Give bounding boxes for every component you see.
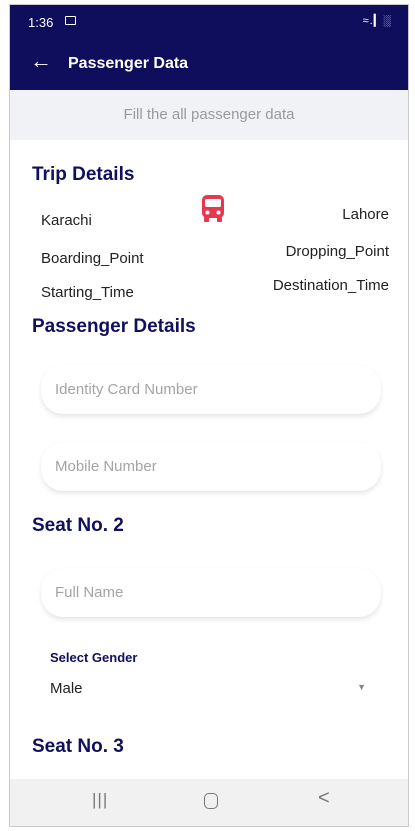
image-notification-icon — [65, 16, 76, 25]
origin-city: Karachi — [41, 212, 92, 229]
passenger-details-heading: Passenger Details — [32, 316, 196, 337]
app-bar: ← Passenger Data — [10, 38, 408, 90]
destination-time: Destination_Time — [272, 277, 389, 294]
dropping-point: Dropping_Point — [285, 243, 389, 260]
gender-dropdown[interactable]: Male ▼ — [50, 675, 368, 703]
full-name-field — [41, 568, 381, 617]
page-title: Passenger Data — [68, 55, 189, 72]
recent-apps-icon[interactable]: ||| — [92, 790, 108, 810]
status-bar: 1:36 ≈.▎░ — [10, 5, 408, 38]
full-name-input[interactable] — [41, 568, 381, 617]
identity-card-field — [41, 365, 381, 414]
back-arrow-icon[interactable]: ← — [30, 50, 52, 72]
nav-back-icon[interactable]: < — [318, 787, 330, 810]
destination-city: Lahore — [342, 206, 389, 223]
mobile-number-input[interactable] — [41, 442, 381, 491]
home-icon[interactable] — [204, 793, 218, 809]
identity-card-input[interactable] — [41, 365, 381, 414]
gender-value: Male — [50, 680, 83, 697]
info-banner: Fill the all passenger data — [10, 90, 408, 140]
status-time: 1:36 — [28, 15, 54, 30]
system-nav-bar: ||| < — [10, 779, 408, 826]
phone-screen: 1:36 ≈.▎░ ← Passenger Data Fill the all … — [9, 4, 409, 827]
mobile-number-field — [41, 442, 381, 491]
seat-3-heading: Seat No. 3 — [32, 736, 124, 757]
starting-time: Starting_Time — [41, 284, 134, 301]
trip-details-heading: Trip Details — [32, 164, 135, 185]
signal-battery-icon: ≈.▎░ — [362, 15, 392, 27]
dropdown-arrow-icon: ▼ — [357, 682, 366, 692]
bus-icon — [202, 195, 224, 222]
boarding-point: Boarding_Point — [41, 250, 144, 267]
seat-2-heading: Seat No. 2 — [32, 515, 124, 536]
gender-label: Select Gender — [50, 650, 138, 665]
